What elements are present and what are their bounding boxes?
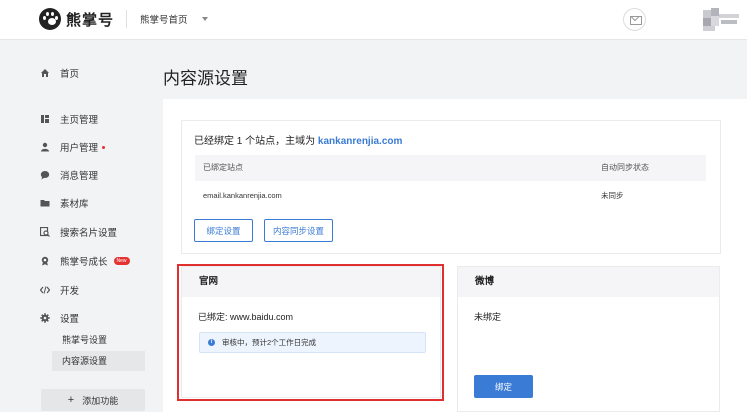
bind-summary-prefix: 已经绑定 1 个站点，主域为 xyxy=(194,136,316,147)
sidebar-item-development[interactable]: 开发 xyxy=(39,281,80,299)
sidebar-item-label: 首页 xyxy=(60,69,80,80)
add-feature-label: 添加功能 xyxy=(82,395,119,406)
weibo-bind-button[interactable]: 绑定 xyxy=(474,375,533,398)
sidebar-item-homepage-management[interactable]: 主页管理 xyxy=(40,110,98,128)
account-switcher-label: 熊掌号首页 xyxy=(140,15,188,26)
gear-icon xyxy=(40,313,50,323)
sidebar-item-user-management[interactable]: 用户管理 xyxy=(40,138,106,156)
sites-table-header: 已绑定站点 自动同步状态 xyxy=(195,155,706,181)
content-sync-settings-button[interactable]: 内容同步设置 xyxy=(264,219,333,242)
add-feature-button[interactable]: + 添加功能 xyxy=(41,389,145,411)
bind-summary-text: 已经绑定 1 个站点，主域为 kankanrenjia.com xyxy=(194,132,402,147)
sidebar-item-label: 开发 xyxy=(60,286,80,297)
brand-name: 熊掌号 xyxy=(66,11,115,29)
home-icon xyxy=(40,68,50,78)
sidebar-item-growth[interactable]: 熊掌号成长 New xyxy=(40,252,130,270)
sidebar-subitem-account-settings[interactable]: 熊掌号设置 xyxy=(52,330,145,350)
weibo-status-text: 未绑定 xyxy=(474,312,502,322)
layout-icon xyxy=(40,114,50,124)
table-row: email.kankanrenjia.com 未同步 xyxy=(195,183,706,209)
avatar[interactable] xyxy=(703,8,739,32)
sidebar-item-label: 设置 xyxy=(60,314,80,325)
bound-site-cell: email.kankanrenjia.com xyxy=(203,191,282,200)
sidebar-item-label: 消息管理 xyxy=(60,171,99,182)
column-header-sync-status: 自动同步状态 xyxy=(601,163,649,172)
plus-icon: + xyxy=(67,394,75,406)
top-bar: 熊掌号 熊掌号首页 xyxy=(0,0,747,40)
sidebar-item-settings[interactable]: 设置 xyxy=(40,309,79,327)
header-divider xyxy=(126,10,127,28)
sidebar-item-search-card-settings[interactable]: 搜索名片设置 xyxy=(39,223,118,241)
sidebar-item-home[interactable]: 首页 xyxy=(40,64,79,82)
paw-icon xyxy=(39,8,61,30)
sidebar-item-label: 用户管理 xyxy=(60,143,99,154)
mail-icon[interactable] xyxy=(623,8,646,31)
sidebar-item-message-management[interactable]: 消息管理 xyxy=(40,166,98,184)
review-notice-text: 审核中，预计2个工作日完成 xyxy=(222,338,317,347)
sidebar-item-label: 搜索名片设置 xyxy=(60,228,118,239)
info-icon: i xyxy=(208,339,215,346)
folder-icon xyxy=(40,198,50,208)
new-badge: New xyxy=(113,257,130,265)
growth-icon xyxy=(40,256,50,266)
user-icon xyxy=(40,142,50,152)
brand-logo[interactable]: 熊掌号 xyxy=(39,8,114,30)
bind-settings-button[interactable]: 绑定设置 xyxy=(194,219,253,242)
notification-dot xyxy=(102,145,106,149)
search-card-icon xyxy=(39,226,50,237)
sidebar-item-label: 主页管理 xyxy=(60,115,99,126)
sidebar-item-material-library[interactable]: 素材库 xyxy=(40,194,89,212)
sidebar-subitem-content-source-settings[interactable]: 内容源设置 xyxy=(52,351,145,371)
sidebar-item-label: 素材库 xyxy=(60,199,89,210)
sidebar-item-label: 熊掌号成长 xyxy=(60,257,108,268)
weibo-card-title: 微博 xyxy=(458,267,719,297)
chevron-down-icon xyxy=(201,17,208,21)
column-header-bound-site: 已绑定站点 xyxy=(203,163,243,172)
main-domain-link[interactable]: kankanrenjia.com xyxy=(318,136,402,147)
official-site-bound-text: 已绑定: www.baidu.com xyxy=(198,312,294,322)
page-title: 内容源设置 xyxy=(163,69,248,88)
sync-status-cell: 未同步 xyxy=(601,191,624,200)
account-switcher[interactable]: 熊掌号首页 xyxy=(140,12,208,26)
message-icon xyxy=(40,170,50,180)
review-notice: i 审核中，预计2个工作日完成 xyxy=(199,332,426,353)
code-icon xyxy=(39,285,51,295)
